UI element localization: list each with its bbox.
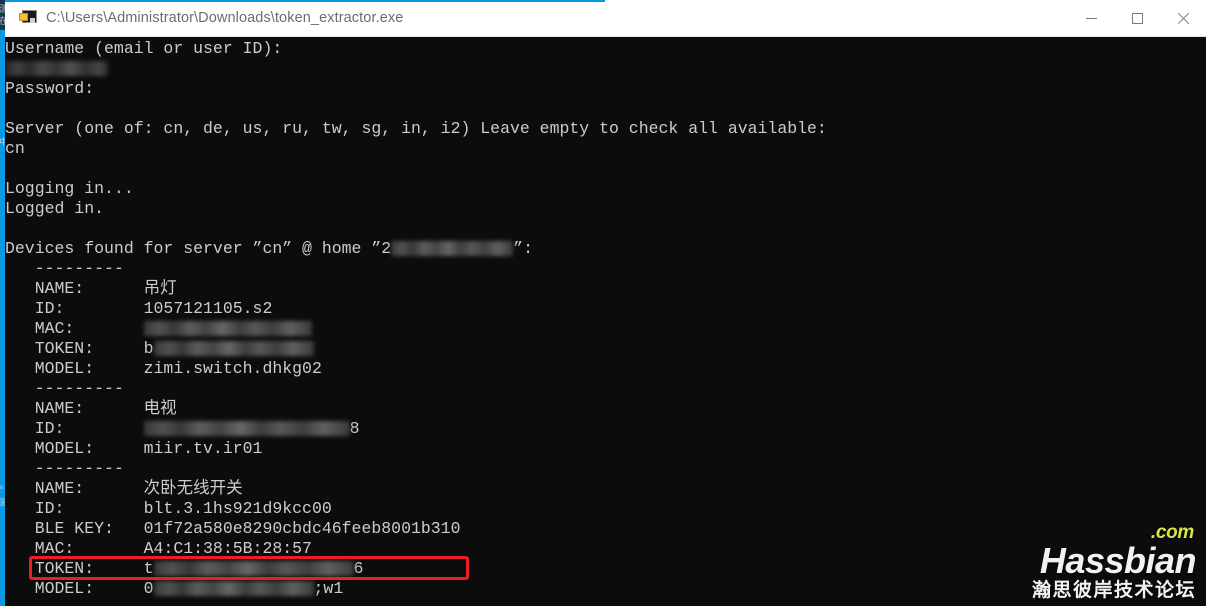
console-line: TOKEN: t 6 — [5, 559, 1206, 579]
console-line: --------- — [5, 379, 124, 398]
minimize-button[interactable] — [1068, 0, 1114, 37]
console-line: NAME: 吊灯 — [5, 279, 177, 298]
maximize-button[interactable] — [1114, 0, 1160, 37]
maximize-icon — [1131, 12, 1143, 24]
close-button[interactable] — [1160, 0, 1206, 37]
watermark: Hassbian .com 瀚思彼岸技术论坛 — [1031, 523, 1197, 602]
redacted-value — [153, 341, 314, 357]
console-line-text: Devices found for server ”cn” @ home ”2 — [5, 239, 392, 258]
console-line: ID: 8 — [5, 419, 1206, 439]
console-line-text: MAC: — [5, 319, 144, 338]
minimize-icon — [1085, 18, 1097, 19]
console-line: TOKEN: b — [5, 339, 1206, 359]
console-line-text: TOKEN: t — [5, 559, 154, 578]
console-line: --------- — [5, 259, 124, 278]
watermark-brand-text: Hassbian — [1039, 540, 1197, 581]
console-line: --------- — [5, 459, 124, 478]
console-line-text: TOKEN: b — [5, 339, 154, 358]
console-exe-icon — [19, 9, 37, 27]
console-line: NAME: 次卧无线开关 — [5, 479, 243, 498]
console-line-text: ID: — [5, 419, 144, 438]
console-line: Logged in. — [5, 199, 105, 218]
console-output-area[interactable]: Username (email or user ID): Password: Se… — [5, 37, 1206, 606]
titlebar-accent-line — [5, 0, 605, 2]
redacted-value — [391, 241, 514, 257]
console-line: MODEL: miir.tv.ir01 — [5, 439, 263, 458]
console-line-text: ”: — [513, 239, 533, 258]
redacted-value — [5, 61, 108, 77]
console-window: C:\Users\Administrator\Downloads\token_e… — [5, 0, 1206, 606]
watermark-tld: .com — [1150, 522, 1194, 543]
console-line: NAME: 电视 — [5, 399, 177, 418]
console-line: Devices found for server ”cn” @ home ”2 ”… — [5, 239, 1206, 259]
console-line: MAC: A4:C1:38:5B:28:57 — [5, 539, 312, 558]
console-line-text: 8 — [349, 419, 360, 438]
console-line: Password: — [5, 79, 95, 98]
terminal-text: Username (email or user ID): Password: Se… — [5, 39, 1206, 599]
console-line: MODEL: 0 ;w1 — [5, 579, 1206, 599]
close-icon — [1177, 12, 1190, 25]
console-line-text: 6 — [353, 559, 364, 578]
redacted-value — [153, 561, 354, 577]
window-title: C:\Users\Administrator\Downloads\token_e… — [46, 10, 404, 26]
console-line: Username (email or user ID): — [5, 39, 283, 58]
console-line: ID: 1057121105.s2 — [5, 299, 273, 318]
redacted-value — [143, 321, 312, 337]
watermark-brand: Hassbian .com — [1032, 523, 1197, 581]
console-line: BLE KEY: 01f72a580e8290cbdc46feeb8001b31… — [5, 519, 461, 538]
redacted-value — [153, 581, 314, 597]
console-line: ID: blt.3.1hs921d9kcc00 — [5, 499, 332, 518]
screen: 测 在 中 ≡ 圖 C:\Users\Administrator\Downloa… — [0, 0, 1206, 606]
window-controls — [1068, 0, 1206, 37]
redacted-value — [143, 421, 350, 437]
console-line: cn — [5, 139, 25, 158]
console-line: Logging in... — [5, 179, 134, 198]
console-line: Server (one of: cn, de, us, ru, tw, sg, … — [5, 119, 827, 138]
console-line-text: ;w1 — [313, 579, 344, 598]
window-titlebar[interactable]: C:\Users\Administrator\Downloads\token_e… — [5, 0, 1206, 37]
console-line: MAC: — [5, 319, 1206, 339]
console-line: MODEL: zimi.switch.dhkg02 — [5, 359, 322, 378]
watermark-subtitle: 瀚思彼岸技术论坛 — [1031, 580, 1196, 601]
console-line-text: MODEL: 0 — [5, 579, 154, 598]
console-line — [5, 59, 1206, 79]
